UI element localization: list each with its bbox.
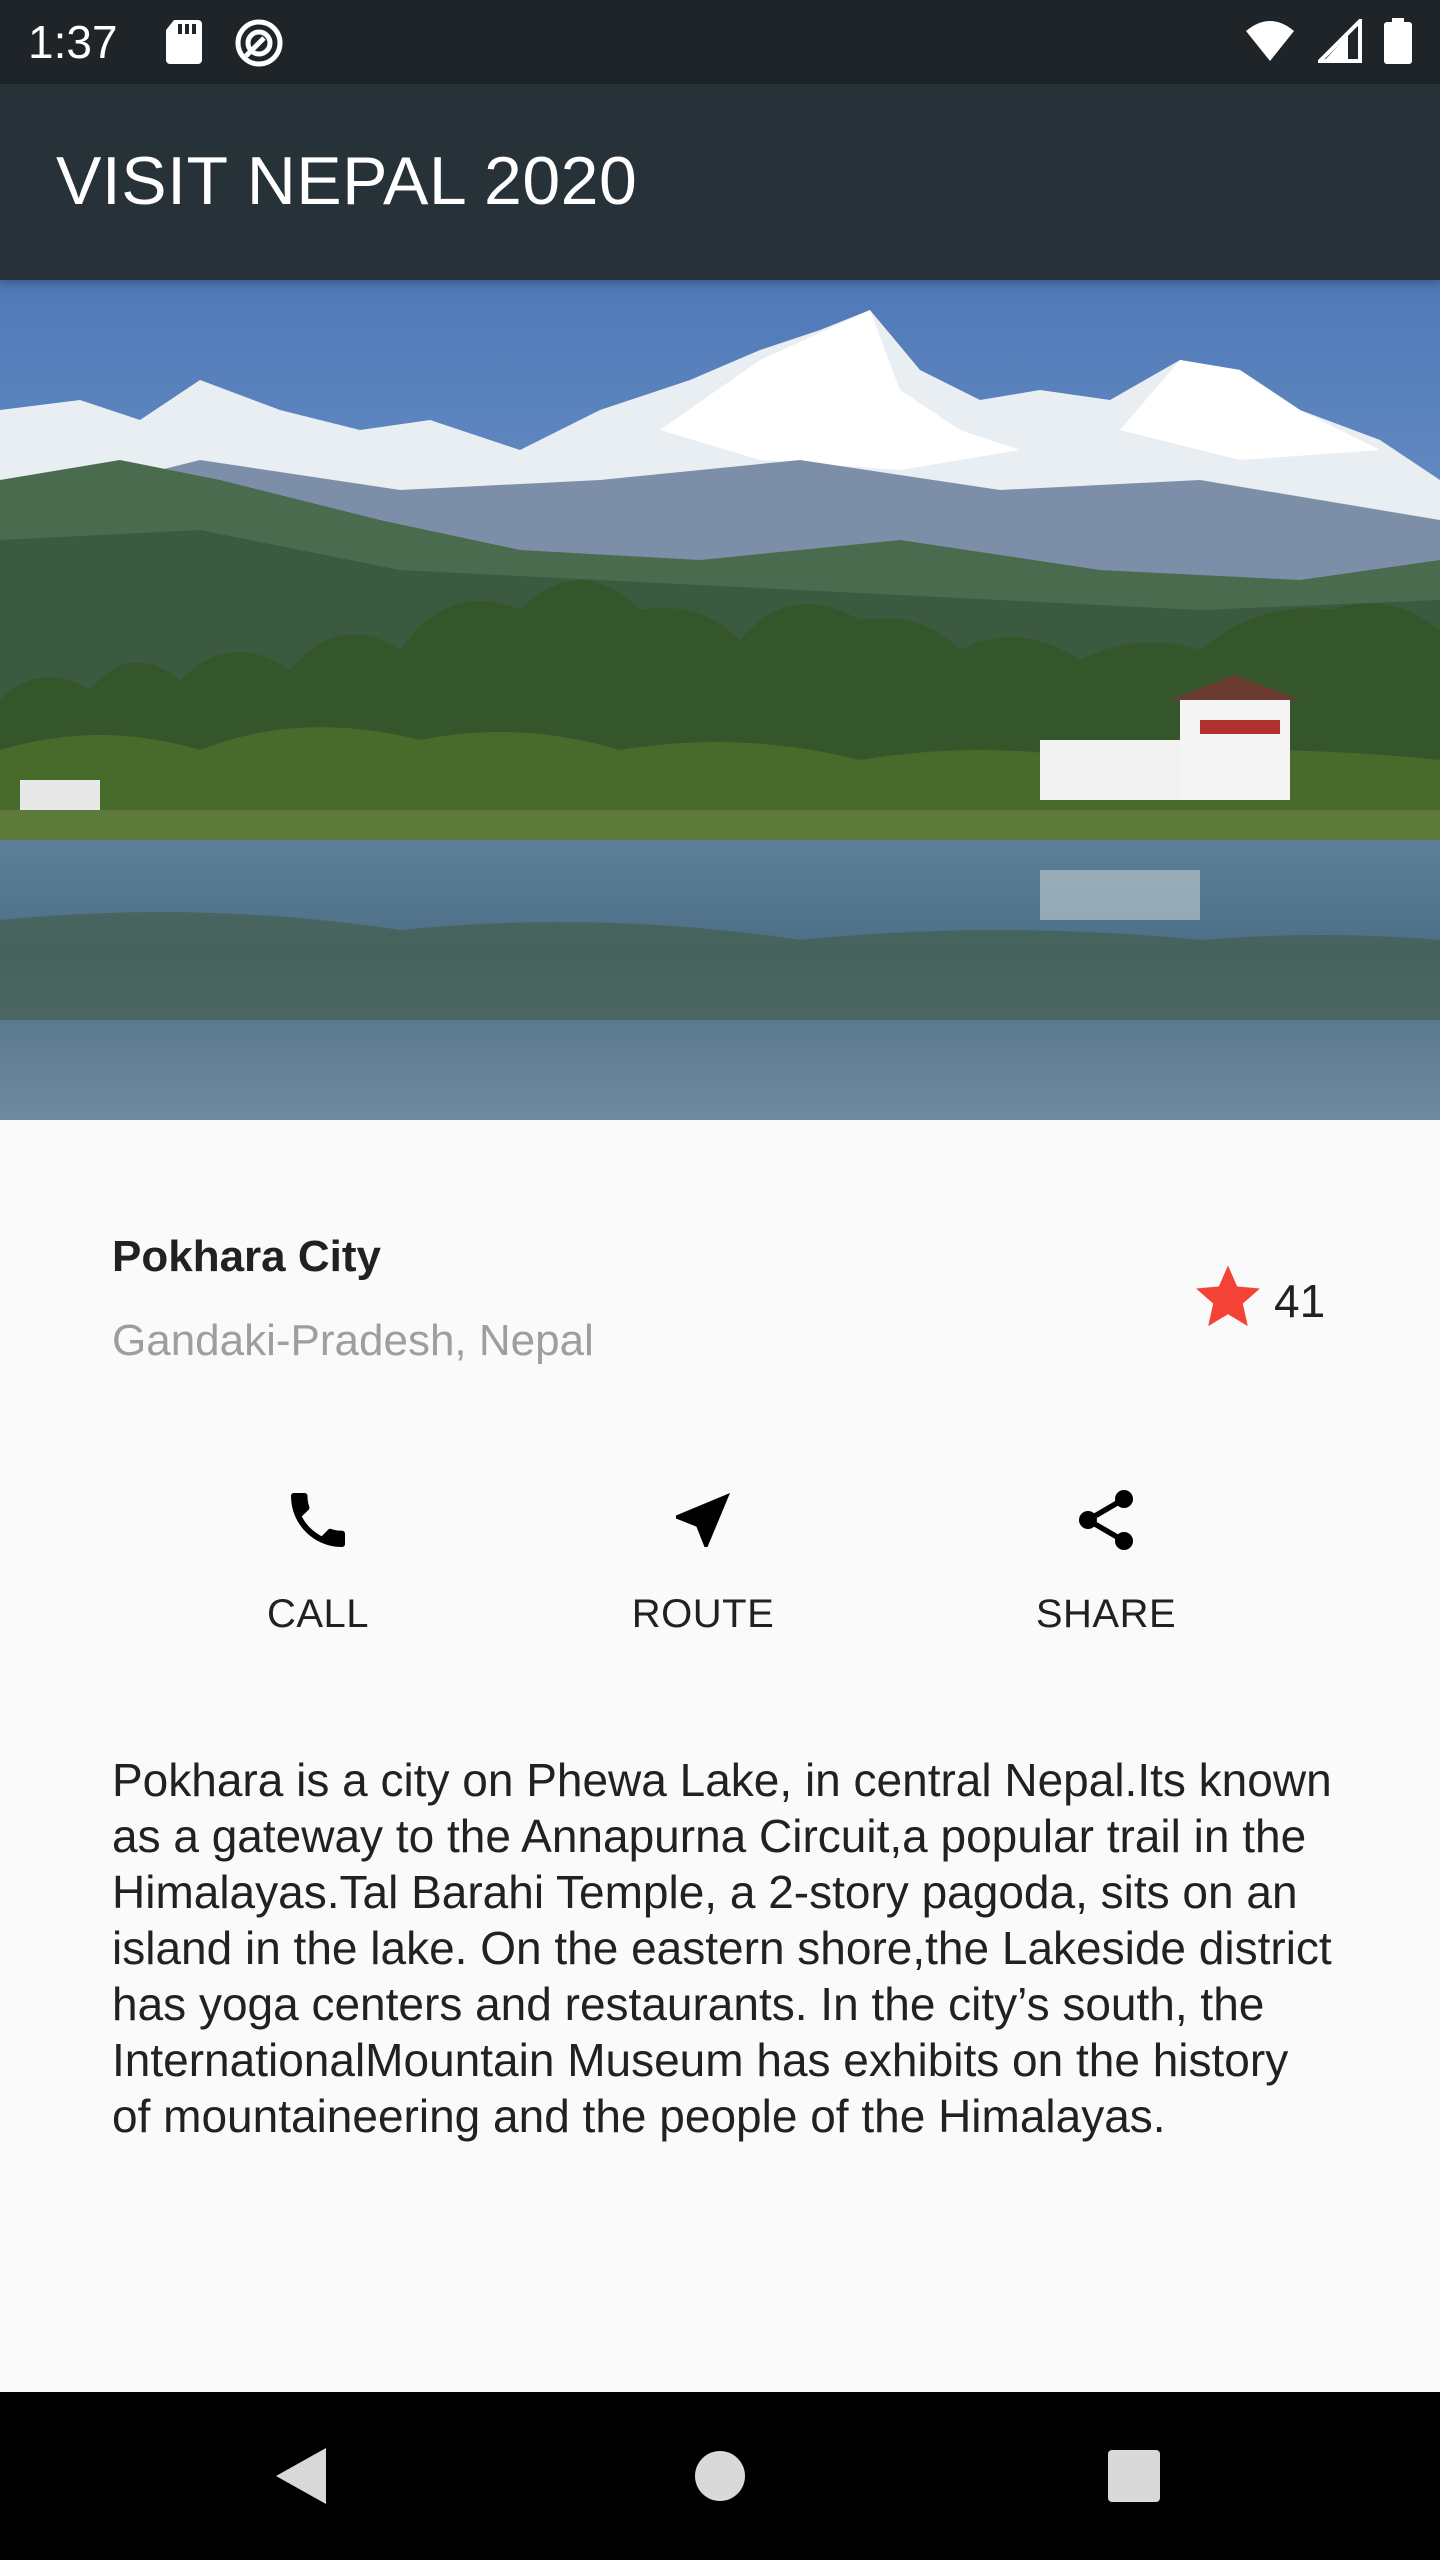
share-label: SHARE — [1035, 1592, 1177, 1636]
place-title: Pokhara City — [112, 1232, 381, 1281]
battery-icon — [1384, 18, 1412, 69]
sd-card-icon — [164, 18, 204, 73]
call-label: CALL — [266, 1592, 370, 1636]
home-icon[interactable] — [676, 2432, 764, 2520]
sync-icon — [234, 18, 284, 73]
app-title: VISIT NEPAL 2020 — [56, 143, 638, 219]
rating[interactable]: 41 — [1192, 1264, 1325, 1337]
phone-icon — [278, 1480, 358, 1560]
wifi-icon — [1244, 19, 1296, 68]
place-location: Gandaki-Pradesh, Nepal — [112, 1316, 594, 1365]
app-bar: VISIT NEPAL 2020 — [0, 84, 1440, 280]
call-button[interactable]: CALL — [178, 1480, 458, 1660]
navigation-bar — [0, 2392, 1440, 2560]
status-bar: 1:37 — [0, 0, 1440, 84]
navigation-icon — [663, 1480, 743, 1560]
signal-icon — [1315, 16, 1362, 68]
recents-icon[interactable] — [1090, 2432, 1178, 2520]
share-icon — [1066, 1480, 1146, 1560]
pokhara-lake-mountain-image — [0, 280, 1440, 1120]
route-button[interactable]: ROUTE — [563, 1480, 843, 1660]
rating-count: 41 — [1274, 1274, 1326, 1327]
star-icon — [1192, 1264, 1264, 1337]
place-description: Pokhara is a city on Phewa Lake, in cent… — [112, 1754, 1332, 2142]
route-label: ROUTE — [631, 1592, 775, 1636]
back-icon[interactable] — [256, 2432, 344, 2520]
share-button[interactable]: SHARE — [966, 1480, 1246, 1660]
status-time: 1:37 — [28, 16, 118, 68]
